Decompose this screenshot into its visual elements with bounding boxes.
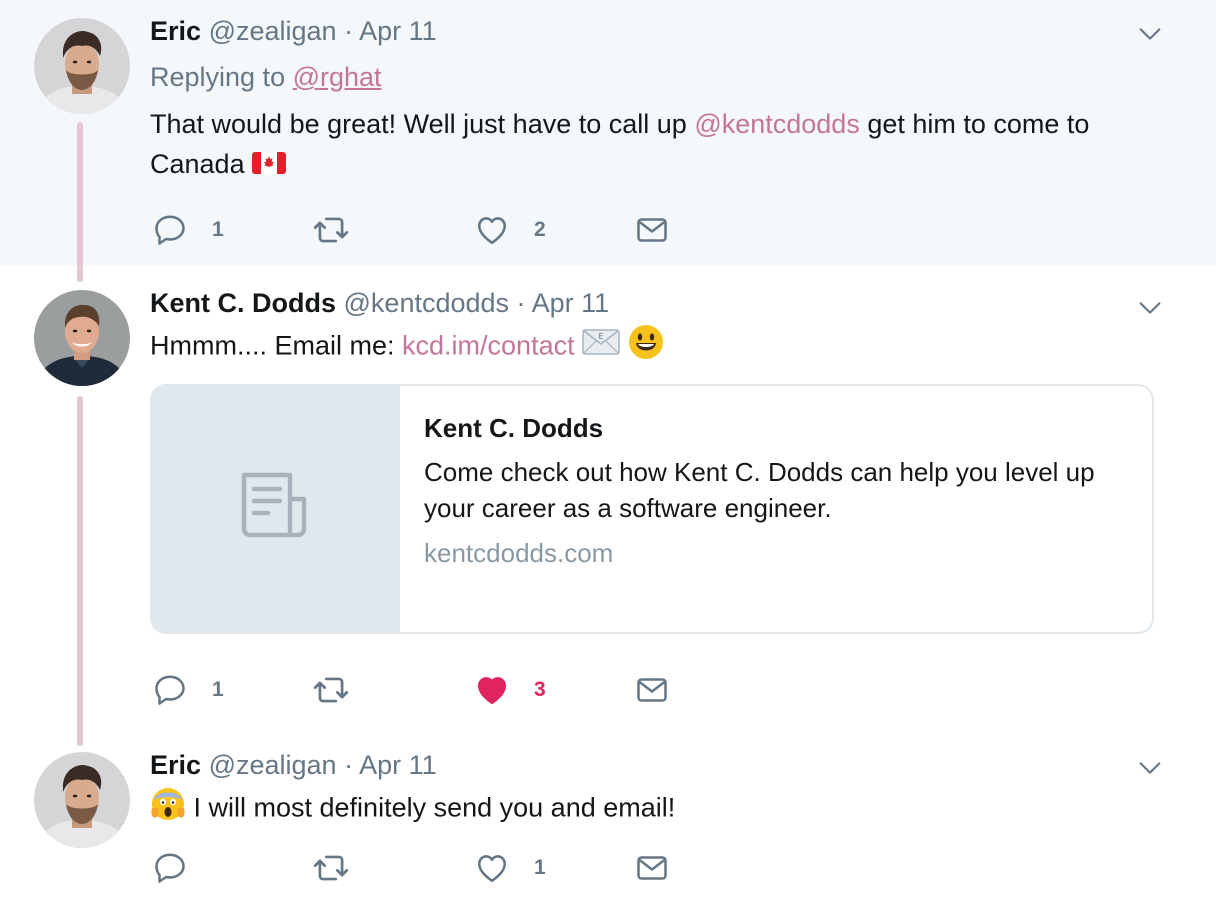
heart-icon <box>474 850 510 886</box>
mention-link[interactable]: @kentcdodds <box>694 109 860 139</box>
author-name[interactable]: Kent C. Dodds <box>150 288 336 318</box>
replying-to-label: Replying to <box>150 62 286 92</box>
contact-link[interactable]: kcd.im/contact <box>402 331 575 361</box>
avatar[interactable] <box>34 18 130 114</box>
tweet-actions: 1 2 <box>150 210 750 250</box>
mail-icon <box>634 672 670 708</box>
card-title: Kent C. Dodds <box>424 413 604 443</box>
link-preview-card[interactable]: Kent C. Dodds Come check out how Kent C.… <box>150 384 1154 634</box>
tweet-header: Eric @zealigan · Apr 11 <box>150 748 1156 782</box>
reply-button[interactable]: 1 <box>152 670 224 710</box>
reply-button[interactable]: 1 <box>152 210 224 250</box>
thread-connector <box>77 396 83 746</box>
card-domain: kentcdodds.com <box>424 538 614 568</box>
retweet-button[interactable] <box>312 210 374 250</box>
retweet-icon <box>312 211 350 249</box>
tweet-3[interactable]: Eric @zealigan · Apr 11 I will most defi… <box>0 742 1216 904</box>
tweet-text: That would be great! Well just have to c… <box>150 104 1156 186</box>
retweet-icon <box>312 849 350 887</box>
reply-icon <box>152 212 188 248</box>
card-thumbnail <box>152 386 400 632</box>
direct-message-button[interactable] <box>634 670 670 710</box>
tweet-2[interactable]: Kent C. Dodds @kentcdodds · Apr 11 Hmmm.… <box>0 266 1216 746</box>
tweet-text-part: Hmmm.... Email me: <box>150 330 395 361</box>
tweet-text-part: That would be great! Well just have to c… <box>150 109 687 139</box>
document-icon <box>238 469 314 550</box>
separator: · <box>516 288 526 318</box>
tweet-date[interactable]: Apr 11 <box>532 288 610 318</box>
tweet-text: I will most definitely send you and emai… <box>150 786 1156 833</box>
direct-message-button[interactable] <box>634 848 670 888</box>
tweet-date[interactable]: Apr 11 <box>359 750 437 780</box>
separator: · <box>344 16 354 46</box>
retweet-icon <box>312 671 350 709</box>
tweet-header: Kent C. Dodds @kentcdodds · Apr 11 <box>150 286 1156 320</box>
reply-count: 1 <box>212 218 224 241</box>
separator: · <box>344 750 354 780</box>
tweet-text: Hmmm.... Email me: kcd.im/contact E <box>150 324 1156 371</box>
chevron-down-icon[interactable] <box>1136 754 1164 782</box>
tweet-date[interactable]: Apr 11 <box>359 16 437 46</box>
envelope-icon: E <box>582 327 620 368</box>
reply-button[interactable] <box>152 848 212 888</box>
mail-icon <box>634 212 670 248</box>
like-button[interactable]: 1 <box>474 848 546 888</box>
svg-text:E: E <box>599 332 604 341</box>
reply-count: 1 <box>212 678 224 701</box>
tweet-header: Eric @zealigan · Apr 11 <box>150 14 1156 48</box>
like-button[interactable]: 2 <box>474 210 546 250</box>
avatar[interactable] <box>34 752 130 848</box>
card-description: Come check out how Kent C. Dodds can hel… <box>424 457 1095 523</box>
flag-canada-icon <box>252 146 287 186</box>
thread-connector <box>77 122 83 282</box>
like-button[interactable]: 3 <box>474 670 546 710</box>
author-handle[interactable]: @zealigan <box>209 16 337 46</box>
mail-icon <box>634 850 670 886</box>
chevron-down-icon[interactable] <box>1136 294 1164 322</box>
like-count: 1 <box>534 856 546 879</box>
smiley-icon <box>628 324 664 371</box>
face-screaming-icon <box>150 786 186 833</box>
tweet-text-part: I will most definitely send you and emai… <box>193 792 676 823</box>
heart-filled-icon <box>474 672 510 708</box>
reply-icon <box>152 672 188 708</box>
heart-icon <box>474 212 510 248</box>
author-name[interactable]: Eric <box>150 750 201 780</box>
reply-icon <box>152 850 188 886</box>
chevron-down-icon[interactable] <box>1136 20 1164 48</box>
author-name[interactable]: Eric <box>150 16 201 46</box>
replying-to-line: Replying to @rghat <box>150 60 1156 94</box>
like-count: 2 <box>534 218 546 241</box>
like-count: 3 <box>534 678 546 701</box>
replying-to-link[interactable]: @rghat <box>293 62 382 92</box>
retweet-button[interactable] <box>312 670 374 710</box>
retweet-button[interactable] <box>312 848 374 888</box>
author-handle[interactable]: @kentcdodds <box>344 288 510 318</box>
tweet-1[interactable]: Eric @zealigan · Apr 11 Replying to @rgh… <box>0 0 1216 282</box>
direct-message-button[interactable] <box>634 210 670 250</box>
tweet-actions: 1 3 <box>150 670 750 710</box>
tweet-actions: 1 <box>150 848 750 888</box>
avatar[interactable] <box>34 290 130 386</box>
author-handle[interactable]: @zealigan <box>209 750 337 780</box>
